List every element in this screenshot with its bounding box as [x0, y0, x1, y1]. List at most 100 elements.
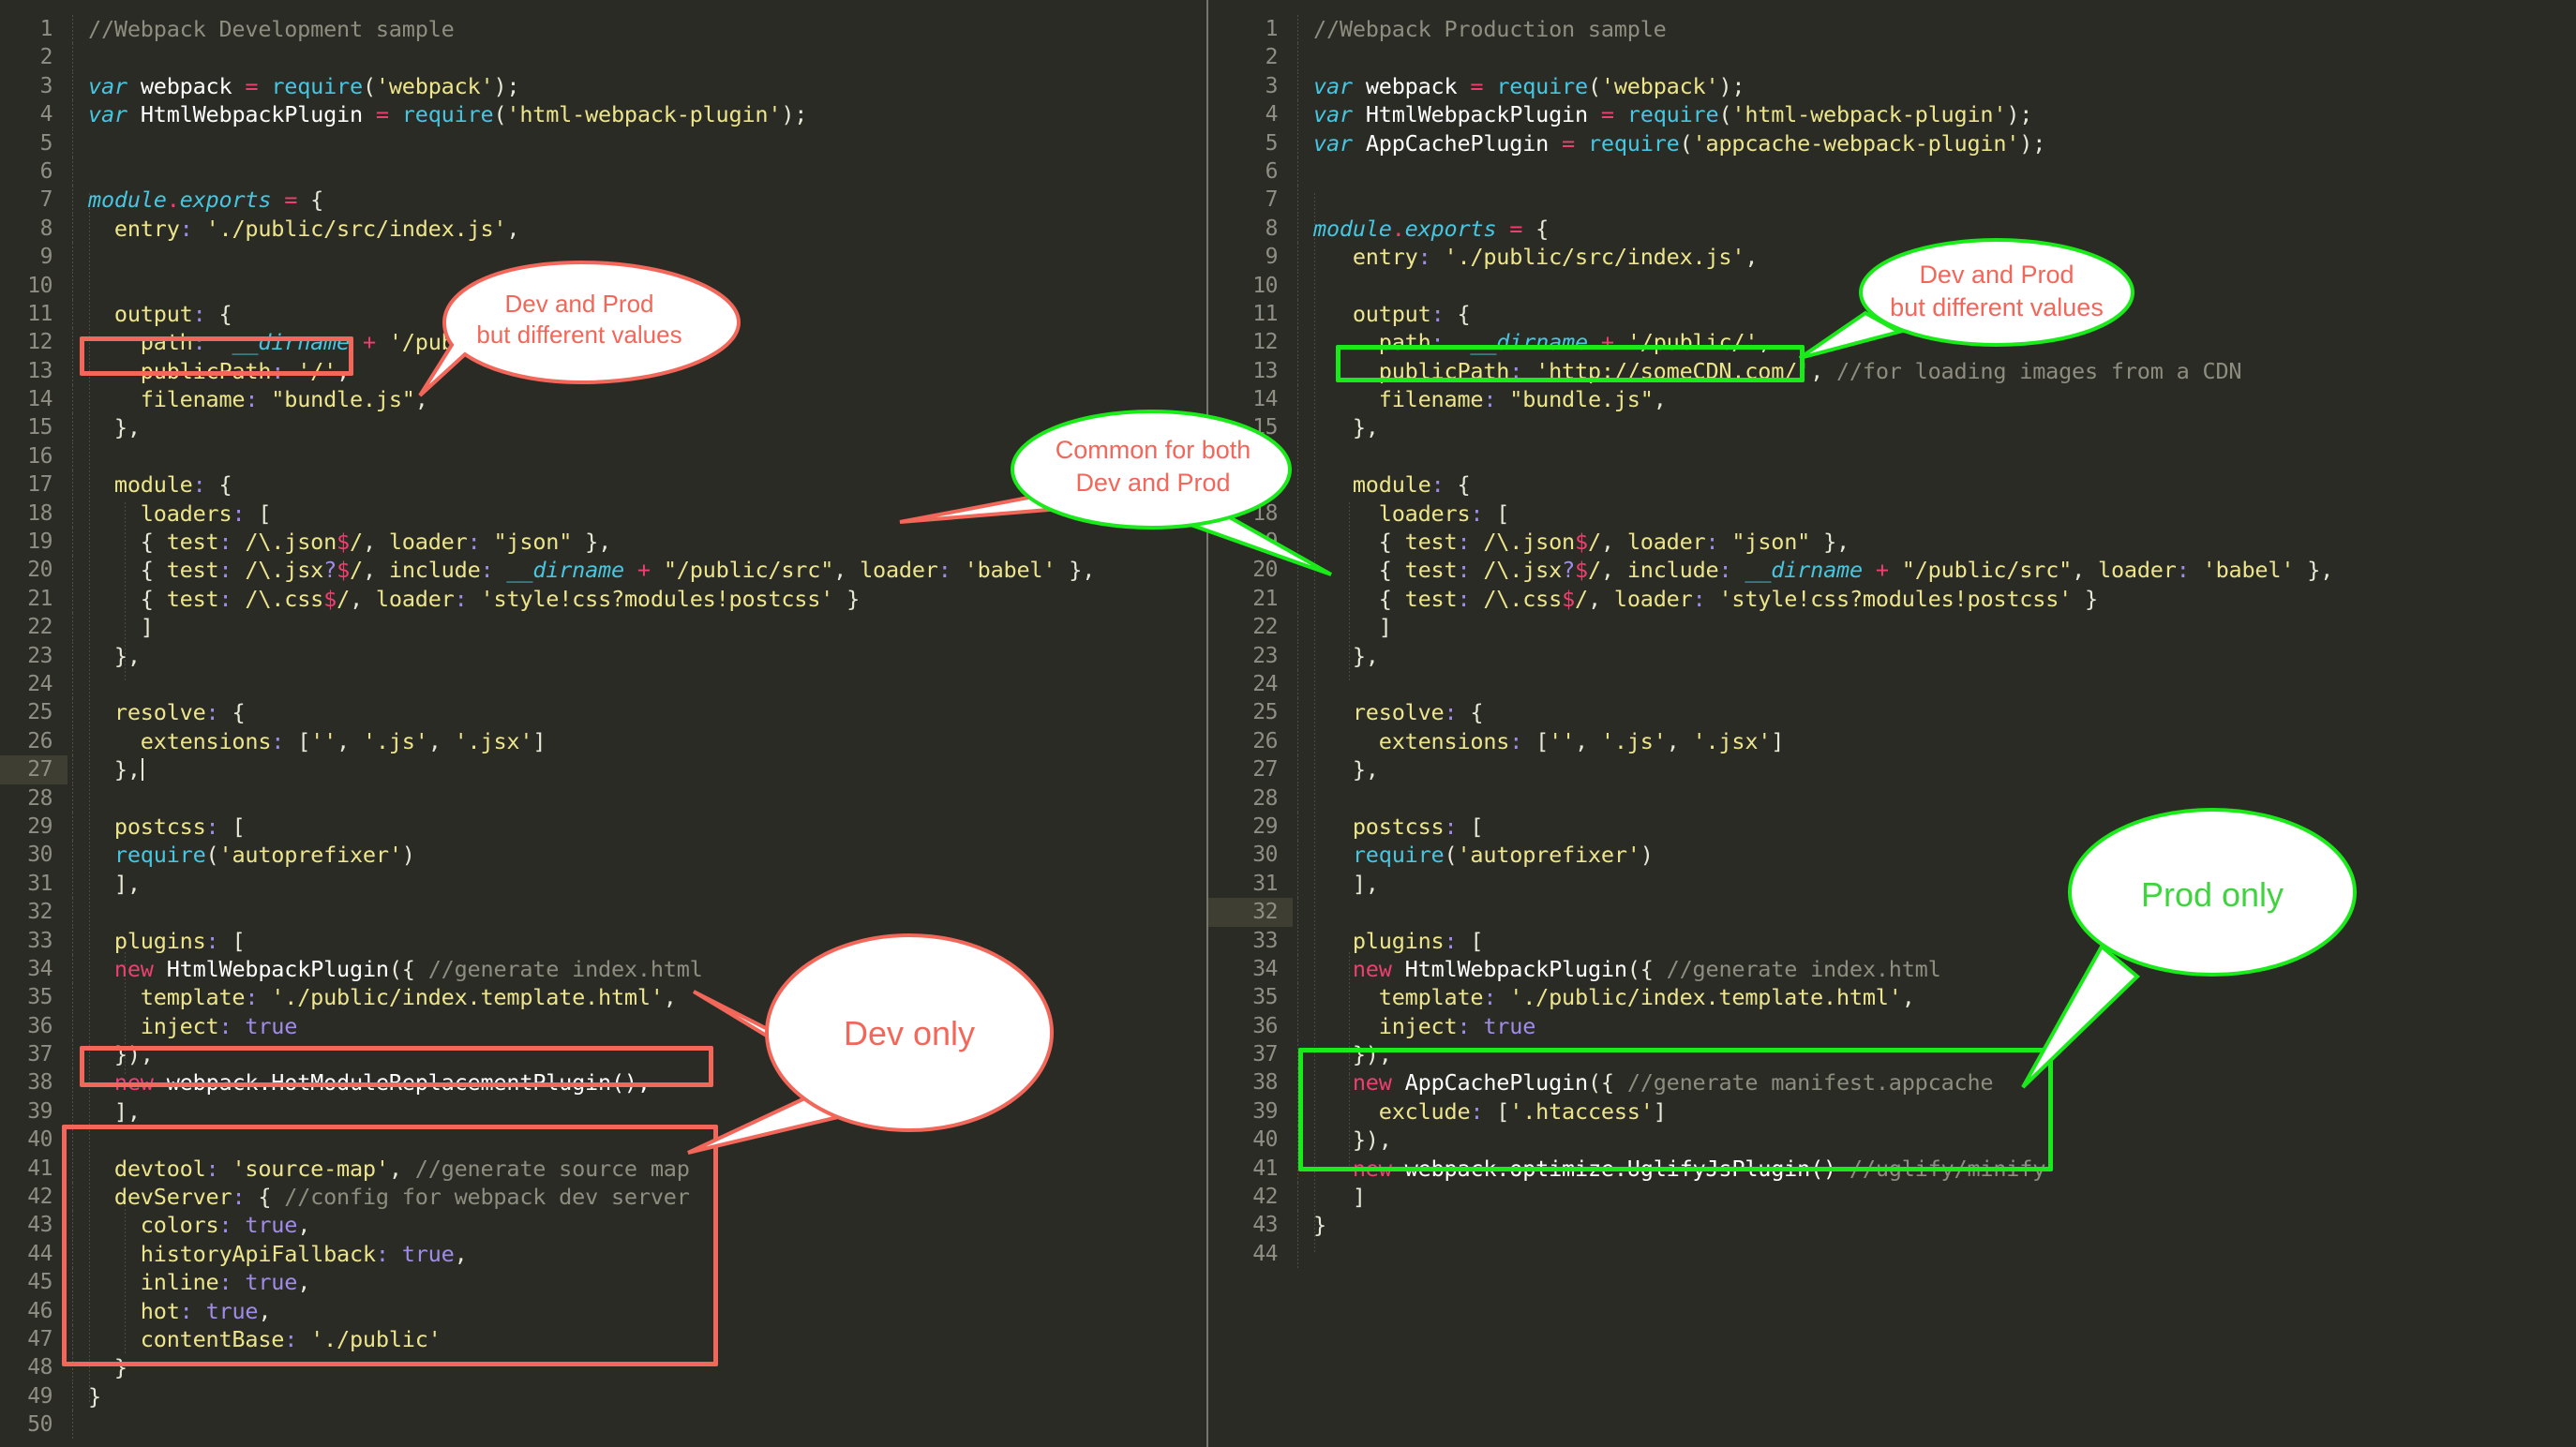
code-line: 35 template: './public/index.template.ht…	[1208, 983, 2576, 1013]
line-number: 26	[1252, 728, 1278, 753]
line-number: 29	[27, 813, 52, 839]
code-line: 23 },	[1208, 641, 2576, 671]
code-line: 18 loaders: [	[1208, 499, 2576, 529]
line-number: 9	[1265, 245, 1279, 270]
code-line: 20 { test: /\.jsx?$/, include: __dirname…	[1208, 556, 2576, 586]
line-number: 30	[27, 843, 52, 868]
code-line: 35 template: './public/index.template.ht…	[0, 983, 1206, 1013]
code-line: 11 output: {	[0, 299, 1206, 329]
line-number: 10	[1252, 273, 1278, 298]
line-number: 14	[1252, 387, 1278, 412]
line-number: 49	[27, 1383, 52, 1409]
line-number: 46	[27, 1298, 52, 1323]
line-number: 28	[1252, 785, 1278, 811]
code-line-active[interactable]: 27 },	[0, 755, 1206, 784]
editor-pane-production[interactable]: 1//Webpack Production sample 2 3 var webp…	[1208, 0, 2576, 1447]
line-number: 23	[27, 643, 52, 668]
text-cursor	[141, 758, 143, 782]
line-number: 36	[27, 1013, 52, 1038]
line-number: 7	[1265, 187, 1279, 213]
line-number: 18	[27, 500, 52, 526]
code-lines-development[interactable]: 1//Webpack Development sample 2 3 var web…	[0, 15, 1206, 1447]
code-line: 38 new webpack.HotModuleReplacementPlugi…	[0, 1068, 1206, 1098]
line-number: 24	[27, 671, 52, 696]
line-number: 2	[39, 45, 53, 70]
code-line: 13 publicPath: 'http://someCDN.com/', //…	[1208, 356, 2576, 386]
code-line: 4 var HtmlWebpackPlugin = require('html-w…	[1208, 100, 2576, 129]
code-line: 23 },	[0, 641, 1206, 671]
line-number: 13	[27, 358, 52, 383]
code-line: 15 },	[1208, 413, 2576, 443]
line-number: 1	[1265, 17, 1279, 41]
code-line: 44	[1208, 1239, 2576, 1269]
line-number: 11	[27, 301, 52, 326]
line-number: 15	[27, 415, 52, 440]
code-line: 41 new webpack.optimize.UglifyJsPlugin()…	[1208, 1154, 2576, 1184]
code-line: 30 require('autoprefixer')	[0, 841, 1206, 871]
line-number: 38	[27, 1070, 52, 1096]
line-number: 42	[27, 1185, 52, 1210]
code-line: 30 require('autoprefixer')	[1208, 841, 2576, 871]
line-number: 22	[27, 615, 52, 640]
line-number: 12	[27, 330, 52, 355]
line-number: 12	[1252, 330, 1278, 355]
code-line: 42 ]	[1208, 1183, 2576, 1212]
line-number: 29	[1252, 813, 1278, 839]
line-number: 30	[1252, 843, 1278, 868]
code-line: 43 colors: true,	[0, 1211, 1206, 1241]
line-number: 16	[1252, 443, 1278, 469]
code-line: 44 historyApiFallback: true,	[0, 1239, 1206, 1269]
code-line: 33 plugins: [	[1208, 926, 2576, 956]
line-number: 16	[27, 443, 52, 469]
line-number: 50	[27, 1412, 52, 1438]
code-line: 39 ],	[0, 1096, 1206, 1126]
code-line-active[interactable]: 32	[1208, 898, 2576, 927]
code-line: 37 }),	[0, 1040, 1206, 1069]
code-line: 9 entry: './public/src/index.js',	[1208, 243, 2576, 272]
code-line: 16	[1208, 441, 2576, 471]
code-line: 16	[0, 441, 1206, 471]
code-line: 37 }),	[1208, 1040, 2576, 1069]
line-number: 25	[1252, 700, 1278, 725]
code-line: 36 inject: true	[1208, 1011, 2576, 1041]
line-number: 25	[27, 700, 52, 725]
line-number: 44	[1252, 1241, 1278, 1266]
editor-pane-development[interactable]: 1//Webpack Development sample 2 3 var web…	[0, 0, 1206, 1447]
code-line: 34 new HtmlWebpackPlugin({ //generate in…	[1208, 954, 2576, 984]
code-line: 25 resolve: {	[0, 698, 1206, 728]
line-number: 20	[27, 558, 52, 583]
line-number: 13	[1252, 358, 1278, 383]
code-line: 17 module: {	[1208, 470, 2576, 500]
line-number: 37	[1252, 1042, 1278, 1067]
code-line: 46 hot: true,	[0, 1296, 1206, 1326]
code-line: 34 new HtmlWebpackPlugin({ //generate in…	[0, 954, 1206, 984]
line-number: 33	[27, 928, 52, 953]
code-lines-production[interactable]: 1//Webpack Production sample 2 3 var webp…	[1208, 15, 2576, 1447]
code-line: 1//Webpack Development sample	[0, 15, 1206, 44]
code-line: 22 ]	[1208, 613, 2576, 642]
line-number: 17	[27, 472, 52, 498]
code-line: 15 },	[0, 413, 1206, 443]
code-line: 28	[1208, 783, 2576, 813]
code-line: 41 devtool: 'source-map', //generate sou…	[0, 1154, 1206, 1184]
line-number: 5	[39, 130, 53, 156]
code-line: 10	[1208, 271, 2576, 301]
line-number: 41	[1252, 1156, 1278, 1181]
line-number: 48	[27, 1355, 52, 1380]
code-line: 7	[1208, 186, 2576, 216]
code-line: 40 }),	[1208, 1126, 2576, 1156]
line-number: 5	[1265, 130, 1279, 156]
code-line: 25 resolve: {	[1208, 698, 2576, 728]
code-line: 21 { test: /\.css$/, loader: 'style!css?…	[0, 584, 1206, 614]
line-number: 8	[1265, 216, 1279, 241]
code-line: 11 output: {	[1208, 299, 2576, 329]
code-line: 22 ]	[0, 613, 1206, 642]
code-line: 8 entry: './public/src/index.js',	[0, 214, 1206, 244]
code-line: 24	[0, 669, 1206, 699]
code-line: 6	[0, 157, 1206, 186]
code-line: 5	[0, 128, 1206, 158]
line-number: 45	[27, 1270, 52, 1295]
code-line: 19 { test: /\.json$/, loader: "json" },	[1208, 528, 2576, 557]
line-number: 35	[1252, 985, 1278, 1010]
line-number: 17	[1252, 472, 1278, 498]
